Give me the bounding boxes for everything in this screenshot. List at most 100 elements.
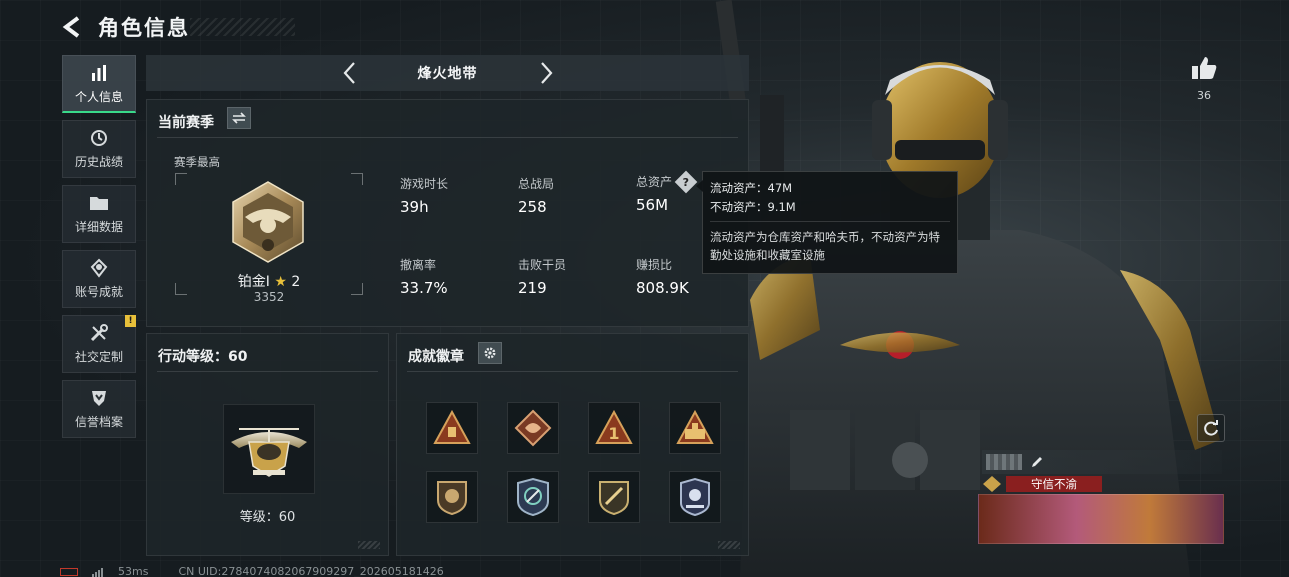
edit-icon[interactable]: [1030, 455, 1044, 469]
stat-extraction-rate: 撤离率 33.7%: [400, 256, 510, 297]
season-title: 当前赛季: [158, 115, 214, 131]
star-icon: ★: [274, 274, 287, 290]
thumbs-up-icon: [1192, 57, 1217, 79]
sidebar-item-label: 详细数据: [74, 220, 123, 234]
blade-shield-badge-icon: [599, 481, 629, 516]
mode-name: 烽火地带: [417, 66, 478, 82]
stat-total-matches: 总战局 258: [518, 175, 628, 216]
obscured-player-name: [986, 454, 1022, 470]
panel-decoration: [718, 541, 740, 549]
previous-mode-button[interactable]: [336, 60, 362, 86]
level-icon-frame: [223, 404, 315, 494]
switch-season-button[interactable]: [227, 107, 251, 129]
achievement-badge[interactable]: 1: [588, 402, 640, 454]
stat-label: 击败干员: [518, 258, 567, 272]
frame-corner: [351, 173, 363, 185]
achievement-badge[interactable]: [507, 402, 559, 454]
divider: [710, 221, 950, 222]
achievement-badge[interactable]: [426, 402, 478, 454]
chevron-right-icon: [541, 62, 553, 84]
player-name-row: [982, 450, 1222, 474]
gear-icon: [484, 347, 496, 359]
tools-icon: [89, 323, 109, 343]
season-best-label: 赛季最高: [174, 155, 220, 169]
tooltip-fixed-assets: 不动资产：9.1M: [710, 200, 796, 214]
divider: [157, 137, 738, 138]
svg-text:1: 1: [608, 424, 619, 443]
badge-settings-button[interactable]: [478, 342, 502, 364]
chevron-left-icon: [343, 62, 355, 84]
action-level-panel: 行动等级：60 等级：60: [146, 333, 389, 556]
divider: [157, 371, 378, 372]
achievement-badge[interactable]: [588, 471, 640, 523]
swap-icon: [232, 112, 246, 124]
rank-name: 铂金I: [237, 274, 270, 290]
achievement-badge[interactable]: [426, 471, 478, 523]
divider: [407, 371, 738, 372]
ping-icon: [92, 567, 104, 577]
like-count: 36: [1197, 89, 1211, 102]
stat-operators-defeated: 击败干员 219: [518, 256, 628, 297]
signal-indicator: [60, 567, 78, 576]
sidebar-item-personal-info[interactable]: 个人信息: [62, 55, 136, 113]
sidebar-item-social[interactable]: 社交定制 !: [62, 315, 136, 373]
sidebar-item-reputation[interactable]: 信誉档案: [62, 380, 136, 438]
shield-icon: [89, 388, 109, 408]
player-card: 守信不渝: [978, 448, 1224, 566]
rank-stars: 2: [291, 274, 301, 290]
achievement-badge[interactable]: [669, 471, 721, 523]
rank-name-row: 铂金I ★ 2: [175, 271, 363, 291]
sidebar: 个人信息 历史战绩 详细数据 账号成就 社交定制 ! 信誉档案: [62, 55, 136, 438]
diamond-badge-icon: [514, 409, 552, 447]
stat-value: 258: [518, 198, 547, 216]
stat-label: 总战局: [518, 177, 555, 191]
status-bar: 53ms CN UID:2784074082067909297_20260518…: [60, 565, 444, 577]
badge-grid: 1: [426, 402, 721, 523]
stat-value: 808.9K: [636, 279, 689, 297]
sidebar-item-history[interactable]: 历史战绩: [62, 120, 136, 178]
tooltip-note: 流动资产为仓库资产和哈夫币，不动资产为特勤处设施和收藏室设施: [710, 230, 940, 262]
sidebar-item-label: 历史战绩: [74, 155, 123, 169]
fortress-badge-icon: [676, 409, 714, 444]
achievement-badge[interactable]: [669, 402, 721, 454]
header: 角色信息: [60, 12, 190, 42]
sidebar-item-achievements[interactable]: 账号成就: [62, 250, 136, 308]
action-level-title: 行动等级：60: [158, 349, 248, 365]
stat-label: 撤离率: [400, 258, 437, 272]
like-button[interactable]: 36: [1186, 55, 1222, 102]
season-panel: 当前赛季 赛季最高 铂金I ★ 2 3352 游戏时长 39h 总战局 258: [146, 99, 749, 327]
achievement-icon: [89, 258, 109, 278]
sidebar-item-label: 信誉档案: [74, 415, 123, 429]
next-mode-button[interactable]: [534, 60, 560, 86]
rank-mini-icon: [983, 476, 1001, 492]
player-banner-image: [978, 494, 1224, 544]
panel-decoration: [358, 541, 380, 549]
number-one-badge-icon: 1: [595, 409, 633, 444]
level-text: 等级：60: [239, 510, 296, 525]
history-icon: [89, 128, 109, 148]
achievement-badges-panel: 成就徽章 1: [396, 333, 749, 556]
rotate-model-button[interactable]: [1197, 414, 1225, 442]
helicopter-level-icon: [231, 428, 307, 477]
stat-play-time: 游戏时长 39h: [400, 175, 510, 216]
notification-badge: !: [125, 315, 136, 327]
player-title-tag: 守信不渝: [978, 475, 1224, 493]
stat-label: 总资产: [636, 175, 673, 189]
tooltip-liquid-assets: 流动资产：47M: [710, 181, 793, 195]
rank-frame: 铂金I ★ 2 3352: [175, 173, 363, 304]
back-button[interactable]: [60, 13, 84, 41]
player-title: 守信不渝: [1006, 476, 1102, 492]
assets-tooltip: 流动资产：47M 不动资产：9.1M 流动资产为仓库资产和哈夫币，不动资产为特勤…: [696, 171, 958, 274]
tooltip-arrow: [696, 180, 703, 192]
stat-value: 219: [518, 279, 547, 297]
stat-value: 39h: [400, 198, 429, 216]
sidebar-item-detailed-data[interactable]: 详细数据: [62, 185, 136, 243]
achievement-badge[interactable]: [507, 471, 559, 523]
blue-shield-badge-icon: [517, 477, 549, 517]
help-icon[interactable]: ?: [674, 170, 698, 193]
page-title: 角色信息: [98, 16, 190, 40]
player-uid: CN UID:2784074082067909297_202605181426: [178, 565, 444, 577]
police-badge-icon: [680, 477, 710, 517]
ping-value: 53ms: [118, 565, 149, 577]
lion-shield-badge-icon: [437, 481, 467, 516]
